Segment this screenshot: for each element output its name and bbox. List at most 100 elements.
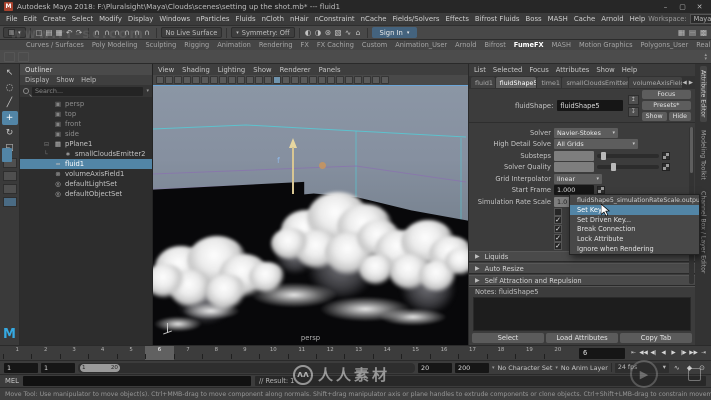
viewport-menu-item[interactable]: Lighting [218,66,245,74]
redo-icon[interactable]: ↷ [75,27,84,38]
context-menu-item[interactable]: Break Connection [570,225,699,235]
menu-item[interactable]: File [3,15,21,23]
range-slider-track[interactable]: 1 20 [78,363,415,373]
auto-keyframe-icon[interactable]: ◆ [685,364,694,372]
outliner-item[interactable]: ▣front [20,119,152,129]
menu-item[interactable]: nHair [287,15,312,23]
timeline-frame-1[interactable]: 1 [3,346,31,360]
outliner-item[interactable]: ⊚volumeAxisField1 [20,169,152,179]
checkbox[interactable]: ✓ [554,225,562,233]
viewport-toolbar-icon[interactable] [381,76,389,84]
shelf-tab[interactable]: FX [301,41,309,49]
paint-select-tool[interactable]: ╱ [2,96,18,110]
grid-interpolator-dropdown[interactable]: linear▾ [554,174,602,184]
shelf-tab[interactable]: FX Caching [317,41,354,49]
slider-handle[interactable] [601,152,606,160]
snap-grid-icon[interactable]: ∩ [93,27,102,38]
outliner-item[interactable]: ◎defaultObjectSet [20,189,152,199]
viewport-toolbar-icon[interactable] [237,76,245,84]
timeline-frame-16[interactable]: 16 [430,346,458,360]
viewport-toolbar-icon[interactable] [156,76,164,84]
viewport-toolbar-icon[interactable] [246,76,254,84]
viewport-toolbar-icon[interactable] [165,76,173,84]
modeling-toolkit-toggle-icon[interactable]: ▦ [677,27,686,38]
checkbox[interactable]: ✓ [554,216,562,224]
menu-item[interactable]: nParticles [193,15,232,23]
toolbox-icon[interactable]: ⌂ [354,27,363,38]
show-button[interactable]: Show [642,112,667,121]
viewport-menu-item[interactable]: Panels [319,66,341,74]
timeline-frame-11[interactable]: 11 [288,346,316,360]
viewport-toolbar-icon[interactable] [210,76,218,84]
shelf-tab[interactable]: Arnold [455,41,476,49]
viewport-toolbar-icon[interactable] [273,76,281,84]
menu-item[interactable]: Create [40,15,69,23]
checkbox[interactable]: ✓ [554,242,562,250]
channel-box-toggle-icon[interactable]: ▩ [699,27,708,38]
timeline-frame-14[interactable]: 14 [373,346,401,360]
viewport-toolbar-icon[interactable] [354,76,362,84]
shelf-item-slot[interactable] [4,52,15,62]
shelf-tab[interactable]: Curves / Surfaces [26,41,84,49]
four-pane-layout-button[interactable] [3,171,17,181]
checkbox[interactable] [554,208,562,216]
viewport-menu-item[interactable]: View [158,66,174,74]
shelf-tab[interactable]: Poly Modeling [92,41,138,49]
menu-item[interactable]: Modify [96,15,125,23]
open-scene-icon[interactable]: ▤ [45,27,54,38]
shelf-tab[interactable]: Bifrost [484,41,505,49]
emitter-locator[interactable] [319,162,326,169]
viewport-toolbar-icon[interactable] [183,76,191,84]
outliner-search-input[interactable]: Search... [32,87,143,96]
menu-item[interactable]: Fluids [233,15,259,23]
step-back-frame-button[interactable]: ◀◀ [639,348,648,359]
go-to-start-button[interactable]: ⇤ [629,348,638,359]
step-forward-key-button[interactable]: |▶ [679,348,688,359]
make-live-icon[interactable]: ∩ [143,27,152,38]
outliner-item[interactable]: ⊟▦pPlane1 [20,139,152,149]
context-menu-item[interactable]: Lock Attribute [570,234,699,244]
current-time-field[interactable]: 6 [579,348,625,359]
viewport-toolbar-icon[interactable] [219,76,227,84]
outliner-item[interactable]: ◎defaultLightSet [20,179,152,189]
attribute-editor-menu-item[interactable]: Show [596,66,614,74]
timeline-frame-19[interactable]: 19 [515,346,543,360]
render-icon[interactable]: ◐ [304,27,313,38]
play-forwards-button[interactable]: ▶ [669,348,678,359]
timeline-ticks[interactable]: 1234567891011121314151617181920 [0,346,575,360]
context-menu-item[interactable]: Set Key [570,205,699,215]
sidebar-vertical-tab[interactable]: Attribute Editor [700,66,707,122]
high-detail-solve-dropdown[interactable]: All Grids▾ [554,139,638,149]
shelf-tab[interactable]: Rendering [259,41,293,49]
solver-quality-field[interactable] [554,162,594,172]
lasso-select-tool[interactable]: ◌ [2,81,18,95]
filter-chevron-icon[interactable]: ▾ [146,88,149,94]
step-back-key-button[interactable]: ◀| [649,348,658,359]
attribute-editor-menu-item[interactable]: Focus [529,66,548,74]
fps-dropdown[interactable]: 24 fps▾ [615,363,669,373]
viewport-menu-item[interactable]: Shading [182,66,210,74]
hypershade-icon[interactable]: ▧ [334,27,343,38]
viewport-toolbar-icon[interactable] [336,76,344,84]
footer-button[interactable]: Copy Tab [620,333,692,343]
menu-item[interactable]: nConstraint [312,15,358,23]
menu-item[interactable]: Arnold [598,15,626,23]
snap-point-icon[interactable]: ∩ [113,27,122,38]
timeline-frame-3[interactable]: 3 [60,346,88,360]
viewport-menu-item[interactable]: Show [253,66,271,74]
anim-layer-dropdown[interactable]: ▾No Anim Layer [555,364,608,372]
live-surface-dropdown[interactable]: No Live Surface [161,27,223,38]
menu-item[interactable]: Edit [21,15,40,23]
ipr-render-icon[interactable]: ◑ [314,27,323,38]
sign-in-button[interactable]: Sign In▾ [372,27,418,38]
step-forward-frame-button[interactable]: ▶▶ [689,348,698,359]
shelf-tab[interactable]: Custom [362,41,387,49]
slider-handle[interactable] [611,163,616,171]
timeline-frame-9[interactable]: 9 [231,346,259,360]
timeline-frame-20[interactable]: 20 [544,346,572,360]
pin-tab-icon[interactable]: ↥ [628,95,639,105]
substeps-field[interactable] [554,151,594,161]
anim-curve-icon[interactable]: ∿ [672,364,682,372]
symmetry-dropdown[interactable]: ▾Symmetry: Off [231,27,294,38]
menu-item[interactable]: MASH [545,15,571,23]
